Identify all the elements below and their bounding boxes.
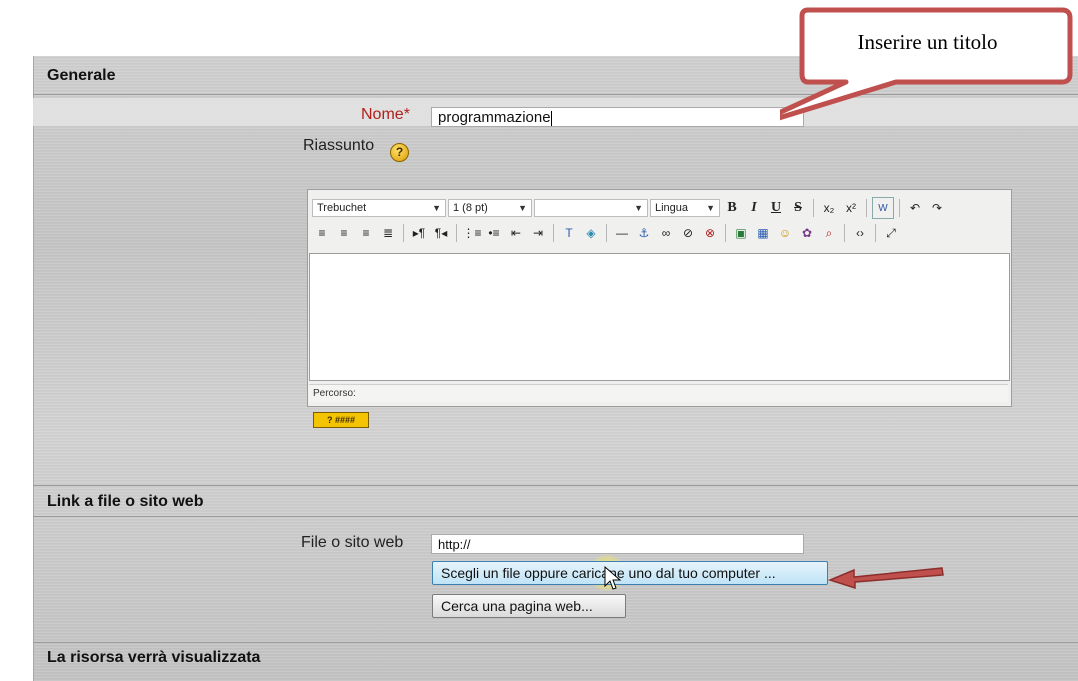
font-family-value: Trebuchet — [317, 202, 367, 214]
superscript-icon[interactable]: x² — [841, 198, 861, 218]
help-icon[interactable]: ? — [390, 143, 409, 162]
toolbar-separator — [866, 199, 867, 217]
toolbar-separator — [606, 224, 607, 242]
link-icon[interactable]: ∞ — [656, 223, 676, 243]
toolbar-separator — [844, 224, 845, 242]
chevron-down-icon: ▼ — [706, 203, 715, 213]
html-source-icon[interactable]: ‹› — [850, 223, 870, 243]
underline-icon[interactable]: U — [766, 198, 786, 218]
chevron-down-icon: ▼ — [518, 203, 527, 213]
text-color-icon[interactable]: T — [559, 223, 579, 243]
indent-icon[interactable]: ⇥ — [528, 223, 548, 243]
required-marker: * — [403, 106, 410, 123]
redo-icon[interactable]: ↷ — [927, 198, 947, 218]
section-header-general: Generale — [47, 67, 116, 84]
editor-content-area[interactable] — [309, 253, 1010, 381]
special-char-icon[interactable]: ✿ — [797, 223, 817, 243]
text-caret — [550, 110, 552, 126]
name-input[interactable]: programmazione — [431, 107, 804, 127]
subscript-icon[interactable]: x₂ — [819, 198, 839, 218]
undo-icon[interactable]: ↶ — [905, 198, 925, 218]
section-divider — [33, 642, 1078, 643]
fullscreen-icon[interactable]: ⤢ — [881, 223, 901, 243]
italic-icon[interactable]: I — [744, 198, 764, 218]
smiley-icon[interactable]: ☺ — [775, 223, 795, 243]
horizontal-rule-icon[interactable]: — — [612, 223, 632, 243]
unlink-icon[interactable]: ⊘ — [678, 223, 698, 243]
name-label: Nome* — [361, 106, 410, 124]
align-left-icon[interactable]: ≡ — [312, 223, 332, 243]
background-color-icon[interactable]: ◈ — [581, 223, 601, 243]
outdent-icon[interactable]: ⇤ — [506, 223, 526, 243]
style-select[interactable]: ▼ — [534, 199, 648, 217]
url-label: File o sito web — [301, 534, 404, 551]
section-header-display: La risorsa verrà visualizzata — [47, 649, 261, 666]
toolbar-separator — [725, 224, 726, 242]
name-label-text: Nome — [361, 106, 404, 123]
toolbar-separator — [403, 224, 404, 242]
language-value: Lingua — [655, 202, 689, 214]
editor-toolbar-row-1: Trebuchet ▼ 1 (8 pt) ▼ ▼ Lingua ▼ B I U S x… — [312, 196, 947, 220]
rich-text-editor: Trebuchet ▼ 1 (8 pt) ▼ ▼ Lingua ▼ B I U S x… — [307, 189, 1012, 407]
font-family-select[interactable]: Trebuchet ▼ — [312, 199, 446, 217]
callout-bubble — [780, 7, 1073, 121]
toolbar-separator — [813, 199, 814, 217]
nolink-icon[interactable]: ⊗ — [700, 223, 720, 243]
ordered-list-icon[interactable]: ⋮≡ — [462, 223, 482, 243]
url-input[interactable]: http:// — [431, 534, 804, 554]
toolbar-separator — [456, 224, 457, 242]
choose-file-button[interactable]: Scegli un file oppure caricane uno dal t… — [432, 561, 828, 585]
unordered-list-icon[interactable]: •≡ — [484, 223, 504, 243]
justify-icon[interactable]: ≣ — [378, 223, 398, 243]
strikethrough-icon[interactable]: S — [788, 198, 808, 218]
insert-image-icon[interactable]: ▣ — [731, 223, 751, 243]
toolbar-separator — [899, 199, 900, 217]
toolbar-separator — [553, 224, 554, 242]
callout-text: Inserire un titolo — [857, 30, 998, 54]
align-center-icon[interactable]: ≡ — [334, 223, 354, 243]
name-input-value: programmazione — [438, 109, 551, 126]
editor-toolbar-row-2: ≡ ≡ ≡ ≣ ▸¶ ¶◂ ⋮≡ •≡ ⇤ ⇥ T ◈ — ⚓ ∞ ⊘ ⊗ ▣ … — [312, 221, 901, 245]
font-size-select[interactable]: 1 (8 pt) ▼ — [448, 199, 532, 217]
section-header-link: Link a file o sito web — [47, 493, 204, 510]
font-size-value: 1 (8 pt) — [453, 202, 488, 214]
bold-icon[interactable]: B — [722, 198, 742, 218]
search-replace-icon[interactable]: ⌕ — [819, 223, 839, 243]
keyboard-help-icon[interactable]: ? #### — [313, 412, 369, 428]
section-divider — [33, 516, 1078, 517]
editor-status-bar: Percorso: — [309, 384, 1008, 402]
search-web-button[interactable]: Cerca una pagina web... — [432, 594, 626, 618]
chevron-down-icon: ▼ — [634, 203, 643, 213]
toolbar-separator — [875, 224, 876, 242]
rtl-icon[interactable]: ¶◂ — [431, 223, 451, 243]
section-divider — [33, 485, 1078, 486]
anchor-icon[interactable]: ⚓ — [634, 223, 654, 243]
ltr-icon[interactable]: ▸¶ — [409, 223, 429, 243]
mouse-pointer-icon — [604, 566, 622, 590]
paste-word-icon[interactable]: W — [872, 197, 894, 219]
chevron-down-icon: ▼ — [432, 203, 441, 213]
summary-label: Riassunto — [303, 137, 375, 154]
align-right-icon[interactable]: ≡ — [356, 223, 376, 243]
insert-table-icon[interactable]: ▦ — [753, 223, 773, 243]
language-select[interactable]: Lingua ▼ — [650, 199, 720, 217]
red-arrow-annotation — [827, 567, 944, 590]
